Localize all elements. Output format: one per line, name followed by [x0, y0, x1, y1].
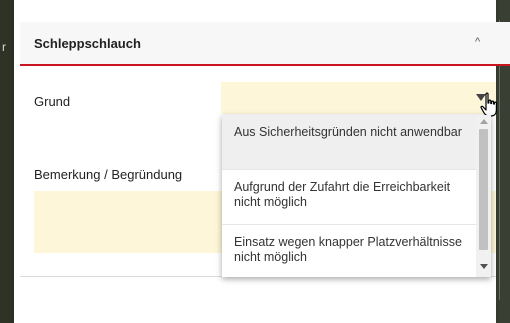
- dropdown-scrollbar[interactable]: [476, 115, 491, 277]
- panel-header[interactable]: Schleppschlauch ^: [20, 22, 510, 66]
- background-left-text: r: [2, 40, 6, 54]
- scroll-thumb[interactable]: [479, 129, 488, 250]
- grund-dropdown-list: Aus Sicherheitsgründen nicht anwendbar A…: [222, 115, 491, 277]
- scroll-down-icon[interactable]: [480, 264, 488, 269]
- panel-title: Schleppschlauch: [34, 36, 141, 51]
- dropdown-option[interactable]: Aufgrund der Zufahrt die Erreichbarkeit …: [222, 169, 476, 224]
- grund-select[interactable]: [221, 82, 496, 114]
- dropdown-option[interactable]: Einsatz wegen knapper Platzverhältnisse …: [222, 224, 476, 277]
- dropdown-option[interactable]: Aus Sicherheitsgründen nicht anwendbar: [222, 115, 476, 169]
- scroll-up-icon[interactable]: [480, 119, 488, 124]
- bemerkung-label: Bemerkung / Begründung: [34, 167, 183, 182]
- chevron-up-icon[interactable]: ^: [475, 36, 480, 48]
- grund-label: Grund: [34, 94, 71, 109]
